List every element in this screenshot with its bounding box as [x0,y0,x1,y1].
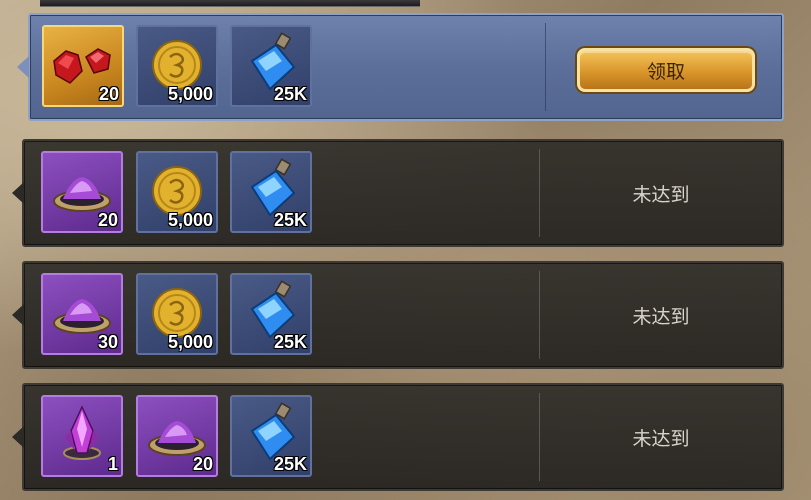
reward-row-4: 1 20 25K 未达到 [12,383,784,491]
not-reached-status: 未达到 [632,428,690,450]
reward-row-1: 20 5,000 25K 领取 [17,13,784,121]
reward-count: 20 [97,210,118,230]
reward-slot[interactable]: 5,000 [136,273,218,355]
reward-count: 25K [273,332,307,352]
claim-button[interactable]: 领取 [577,48,755,92]
row-pointer [12,426,24,448]
reward-slot[interactable]: 5,000 [136,25,218,107]
top-panel-edge [40,0,420,7]
reward-slot[interactable]: 1 [41,395,123,477]
reward-count: 5,000 [167,84,213,104]
reward-slot[interactable]: 25K [230,395,312,477]
reward-slot[interactable]: 20 [42,25,124,107]
reward-count: 30 [97,332,118,352]
reward-slot[interactable]: 25K [230,25,312,107]
reward-count: 5,000 [167,210,213,230]
reward-slot[interactable]: 30 [41,273,123,355]
reward-count: 20 [192,454,213,474]
row-divider [545,23,546,111]
reward-count: 25K [273,454,307,474]
reward-row-3: 30 5,000 25K 未达到 [12,261,784,369]
reward-slot[interactable]: 5,000 [136,151,218,233]
reward-row-2: 20 5,000 25K 未达到 [12,139,784,247]
reward-slot[interactable]: 25K [230,151,312,233]
not-reached-status: 未达到 [632,306,690,328]
reward-slot[interactable]: 20 [136,395,218,477]
row-pointer [17,56,29,78]
row-pointer [12,304,24,326]
reward-slot[interactable]: 20 [41,151,123,233]
not-reached-status: 未达到 [632,184,690,206]
reward-count: 20 [98,84,119,104]
reward-count: 1 [107,454,118,474]
reward-count: 5,000 [167,332,213,352]
row-pointer [12,182,24,204]
reward-slot[interactable]: 25K [230,273,312,355]
reward-count: 25K [273,84,307,104]
reward-count: 25K [273,210,307,230]
